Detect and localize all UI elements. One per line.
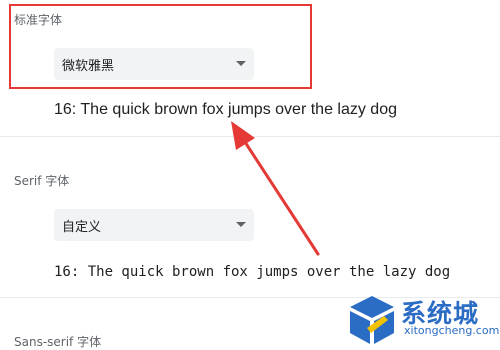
watermark: 系统城 xitongcheng.com — [342, 290, 500, 350]
watermark-logo-icon — [350, 296, 394, 344]
watermark-url: xitongcheng.com — [404, 324, 500, 337]
